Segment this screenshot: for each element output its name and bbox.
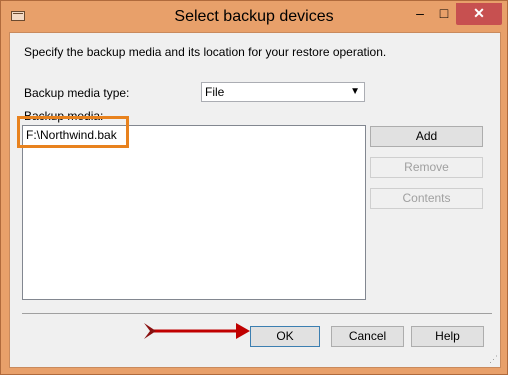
- ok-button[interactable]: OK: [250, 326, 320, 347]
- close-button[interactable]: ✕: [456, 3, 502, 25]
- backup-media-type-label: Backup media type:: [24, 86, 130, 100]
- chevron-down-icon[interactable]: ▼: [350, 83, 360, 101]
- dialog-window: Select backup devices – □ ✕ Specify the …: [0, 0, 508, 375]
- resize-grip-icon[interactable]: ⋰: [489, 354, 498, 365]
- backup-media-type-value: File: [205, 85, 225, 99]
- backup-media-list[interactable]: F:\Northwind.bak: [22, 125, 366, 300]
- dialog-body: Specify the backup media and its locatio…: [9, 32, 501, 368]
- add-button[interactable]: Add: [370, 126, 483, 147]
- maximize-button[interactable]: □: [433, 3, 455, 25]
- instruction-text: Specify the backup media and its locatio…: [24, 45, 387, 59]
- window-title: Select backup devices: [174, 8, 334, 25]
- contents-button[interactable]: Contents: [370, 188, 483, 209]
- separator: [22, 313, 492, 314]
- remove-button[interactable]: Remove: [370, 157, 483, 178]
- cancel-button[interactable]: Cancel: [331, 326, 404, 347]
- backup-media-type-select[interactable]: File ▼: [201, 82, 365, 102]
- arrow-icon: [144, 323, 250, 339]
- help-button[interactable]: Help: [411, 326, 484, 347]
- minimize-button[interactable]: –: [409, 3, 431, 25]
- title-bar[interactable]: Select backup devices – □ ✕: [1, 1, 507, 33]
- highlight-box: [17, 116, 129, 148]
